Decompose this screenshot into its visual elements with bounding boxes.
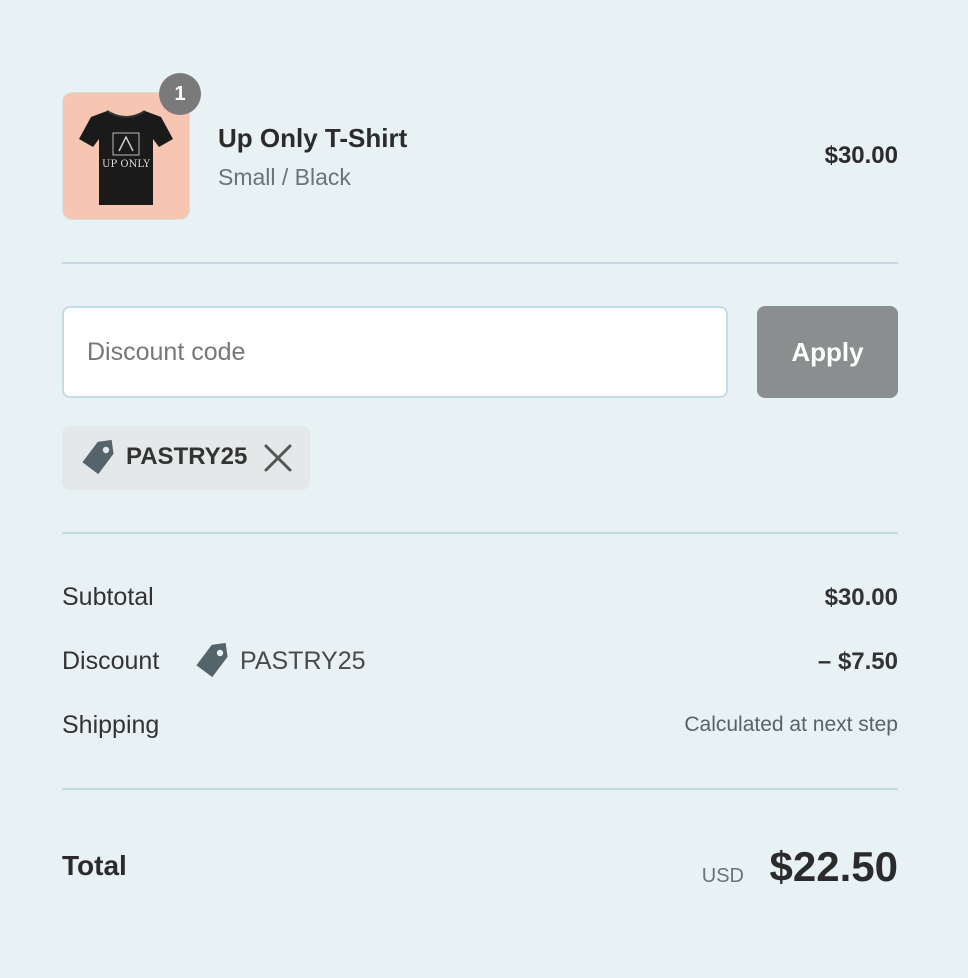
subtotal-value: $30.00 <box>824 584 898 611</box>
total-currency: USD <box>701 865 744 887</box>
product-name: Up Only T-Shirt <box>218 123 408 153</box>
tshirt-icon: UP ONLY <box>79 110 173 205</box>
product-price: $30.00 <box>824 142 898 169</box>
total-amount: $22.50 <box>769 843 898 890</box>
shipping-value: Calculated at next step <box>684 713 898 736</box>
discount-code: PASTRY25 <box>240 647 366 675</box>
applied-discount-code: PASTRY25 <box>126 443 248 470</box>
applied-discount-chip: PASTRY25 <box>62 426 310 490</box>
close-icon[interactable] <box>262 442 294 474</box>
divider <box>62 262 898 264</box>
apply-button[interactable]: Apply <box>757 306 898 398</box>
shirt-print: UP ONLY <box>102 159 150 170</box>
shipping-label: Shipping <box>62 711 160 739</box>
quantity-badge: 1 <box>159 73 201 115</box>
divider <box>62 532 898 534</box>
discount-code-input[interactable] <box>62 306 728 398</box>
product-variant: Small / Black <box>218 164 351 190</box>
divider <box>62 788 898 790</box>
line-item: UP ONLY 1 Up Only T-Shirt Small / Black … <box>62 73 898 220</box>
discount-label: Discount <box>62 647 160 675</box>
tag-icon <box>82 440 114 475</box>
tag-icon <box>196 643 228 678</box>
discount-value: – $7.50 <box>817 648 898 675</box>
subtotal-label: Subtotal <box>62 583 154 611</box>
product-thumbnail: UP ONLY 1 <box>62 73 201 220</box>
order-summary: UP ONLY 1 Up Only T-Shirt Small / Black … <box>62 0 898 978</box>
total-label: Total <box>62 850 127 881</box>
